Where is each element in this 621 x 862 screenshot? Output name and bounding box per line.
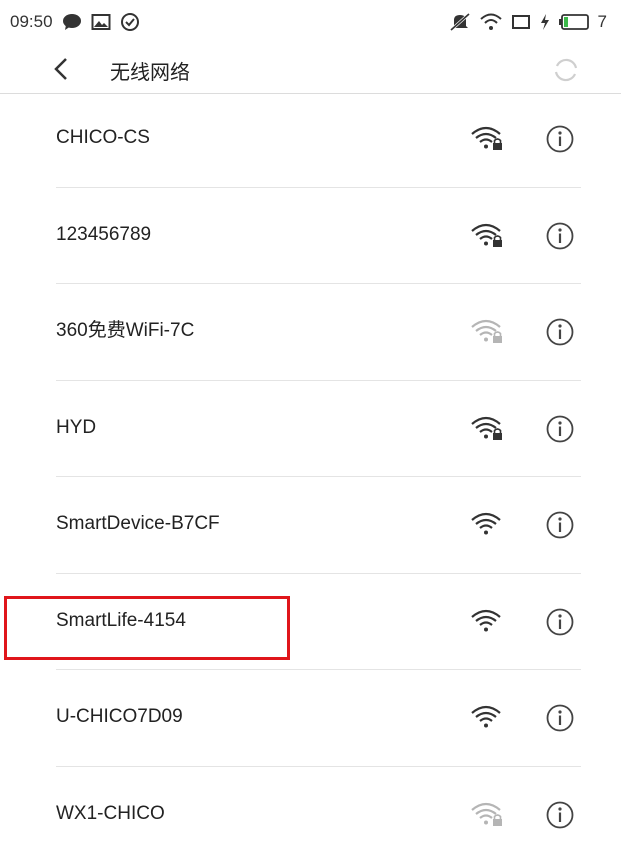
info-icon[interactable] — [545, 607, 575, 637]
info-icon[interactable] — [545, 703, 575, 733]
network-row[interactable]: SmartLife-4154 — [0, 573, 621, 669]
network-name: WX1-CHICO — [56, 803, 165, 824]
title-bar: 无线网络 — [0, 44, 621, 94]
info-icon[interactable] — [545, 124, 575, 154]
network-name: 360免费WiFi-7C — [56, 320, 195, 341]
refresh-button[interactable] — [550, 54, 582, 86]
wifi-icon — [470, 511, 504, 537]
network-row[interactable]: HYD — [0, 380, 621, 476]
image-icon — [91, 13, 111, 31]
wifi-locked-icon — [470, 318, 504, 344]
refresh-icon — [554, 58, 578, 82]
sim-card-icon — [511, 13, 531, 31]
network-row[interactable]: CHICO-CS — [0, 90, 621, 186]
status-time: 09:50 — [10, 12, 53, 31]
network-row[interactable]: 360免费WiFi-7C — [0, 283, 621, 379]
wifi-locked-icon — [470, 125, 504, 151]
battery-level-text: 7 — [597, 12, 607, 31]
wifi-icon — [470, 704, 504, 730]
status-bar-right: 7 — [449, 12, 607, 32]
chevron-left-icon — [54, 58, 67, 80]
info-icon[interactable] — [545, 510, 575, 540]
wifi-locked-icon — [470, 222, 504, 248]
wifi-icon — [470, 608, 504, 634]
mute-icon — [449, 12, 471, 32]
network-name: SmartLife-4154 — [56, 610, 186, 631]
info-icon[interactable] — [545, 414, 575, 444]
info-icon[interactable] — [545, 317, 575, 347]
network-row[interactable]: U-CHICO7D09 — [0, 669, 621, 765]
network-row[interactable]: 123456789 — [0, 187, 621, 283]
battery-icon — [558, 14, 589, 30]
charging-icon — [540, 14, 550, 30]
network-row[interactable]: WX1-CHICO — [0, 766, 621, 862]
network-row[interactable]: SmartDevice-B7CF — [0, 476, 621, 572]
network-name: U-CHICO7D09 — [56, 706, 183, 727]
status-bar-left: 09:50 — [10, 12, 140, 32]
network-name: SmartDevice-B7CF — [56, 513, 220, 534]
network-name: CHICO-CS — [56, 127, 150, 148]
wifi-locked-icon — [470, 415, 504, 441]
page-title: 无线网络 — [110, 62, 190, 84]
network-name: 123456789 — [56, 224, 152, 245]
wifi-locked-icon — [470, 801, 504, 827]
check-circle-icon — [120, 12, 140, 32]
chat-bubble-icon — [62, 13, 82, 31]
info-icon[interactable] — [545, 800, 575, 830]
network-name: HYD — [56, 417, 97, 438]
status-bar: 09:50 7 — [0, 0, 621, 44]
back-button[interactable] — [48, 55, 76, 83]
wifi-status-icon — [479, 13, 502, 31]
info-icon[interactable] — [545, 221, 575, 251]
